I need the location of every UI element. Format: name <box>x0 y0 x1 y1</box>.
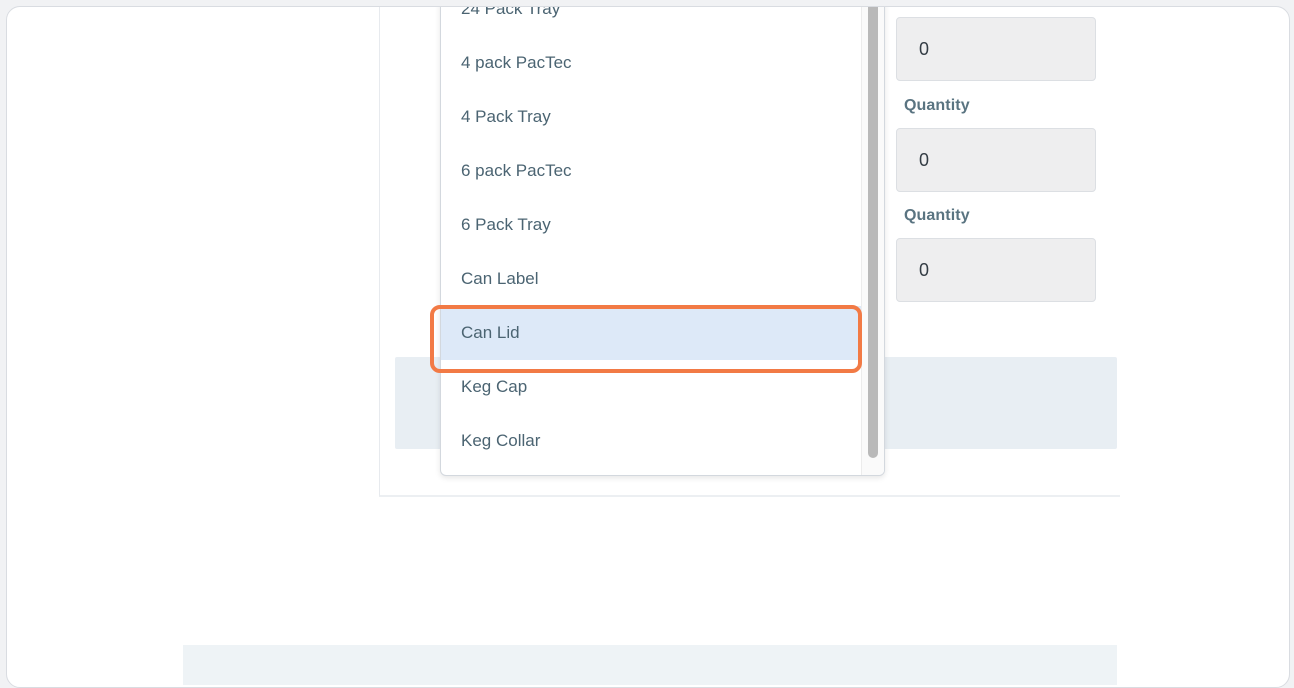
dropdown-option[interactable]: 24 Pack Tray <box>441 7 861 36</box>
dropdown-option-selected[interactable]: Can Lid <box>441 306 861 360</box>
product-dropdown-list[interactable]: 24 Pack Tray 4 pack PacTec 4 Pack Tray 6… <box>440 7 885 476</box>
quantity-value-1: 0 <box>919 39 930 59</box>
quantity-input-3[interactable]: 0 <box>896 238 1096 302</box>
scrollbar-thumb[interactable] <box>868 7 878 458</box>
quantity-value-2: 0 <box>919 150 930 170</box>
dropdown-scrollbar[interactable] <box>861 7 884 475</box>
footer-band <box>183 645 1117 685</box>
quantity-input-2[interactable]: 0 <box>896 128 1096 192</box>
quantity-value-3: 0 <box>919 260 930 280</box>
quantity-label-2: Quantity <box>904 97 970 114</box>
quantity-input-1[interactable]: 0 <box>896 17 1096 81</box>
dropdown-option[interactable]: Keg Cap <box>441 360 861 414</box>
dropdown-option[interactable]: 4 Pack Tray <box>441 90 861 144</box>
dropdown-option[interactable]: 6 Pack Tray <box>441 198 861 252</box>
screenshot-frame: 0 Quantity 0 Quantity 0 24 Pack Tray 4 p… <box>6 6 1290 688</box>
quantity-label-3: Quantity <box>904 207 970 224</box>
dropdown-option[interactable]: Keg Collar <box>441 414 861 468</box>
dropdown-option[interactable]: Can Label <box>441 252 861 306</box>
dropdown-option[interactable]: 6 pack PacTec <box>441 144 861 198</box>
dropdown-option[interactable]: 4 pack PacTec <box>441 36 861 90</box>
